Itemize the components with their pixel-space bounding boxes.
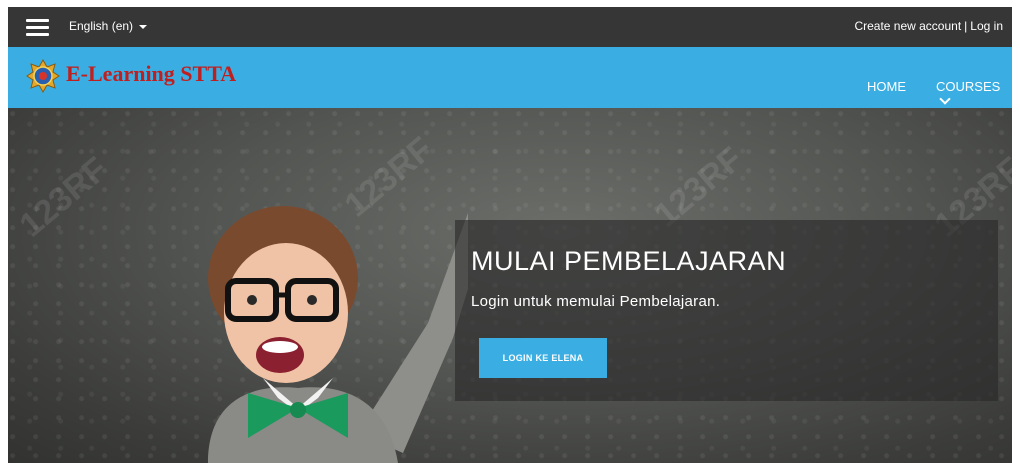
logo-emblem-icon[interactable]: [26, 59, 60, 93]
login-link[interactable]: Log in: [970, 19, 1003, 33]
hero-banner: 123RF 123RF 123RF 123RF MULAI PEMBELAJAR…: [8, 108, 1012, 463]
auth-links: Create new account | Log in: [854, 19, 1003, 33]
main-navbar: E-Learning STTA HOME COURSES: [8, 47, 1012, 108]
nav-courses-label: COURSES: [936, 79, 1001, 94]
chevron-down-icon: [939, 93, 951, 105]
nav-item-courses[interactable]: COURSES: [936, 79, 1012, 109]
auth-separator: |: [964, 19, 968, 33]
nav-item-home[interactable]: HOME: [867, 79, 906, 94]
hamburger-menu-icon[interactable]: [26, 19, 49, 36]
child-illustration: [208, 206, 468, 463]
hero-overlay-panel: MULAI PEMBELAJARAN Login untuk memulai P…: [455, 220, 998, 401]
language-label: English (en): [69, 19, 134, 33]
create-account-link[interactable]: Create new account: [854, 19, 961, 33]
language-selector[interactable]: English (en): [69, 19, 148, 33]
caret-down-icon: [139, 24, 148, 29]
top-bar: English (en) Create new account | Log in: [8, 7, 1012, 47]
hero-title: MULAI PEMBELAJARAN: [471, 246, 787, 276]
hero-subtitle: Login untuk memulai Pembelajaran.: [471, 293, 721, 310]
login-elena-button[interactable]: LOGIN KE ELENA: [479, 338, 607, 378]
site-brand[interactable]: E-Learning STTA: [66, 61, 236, 87]
